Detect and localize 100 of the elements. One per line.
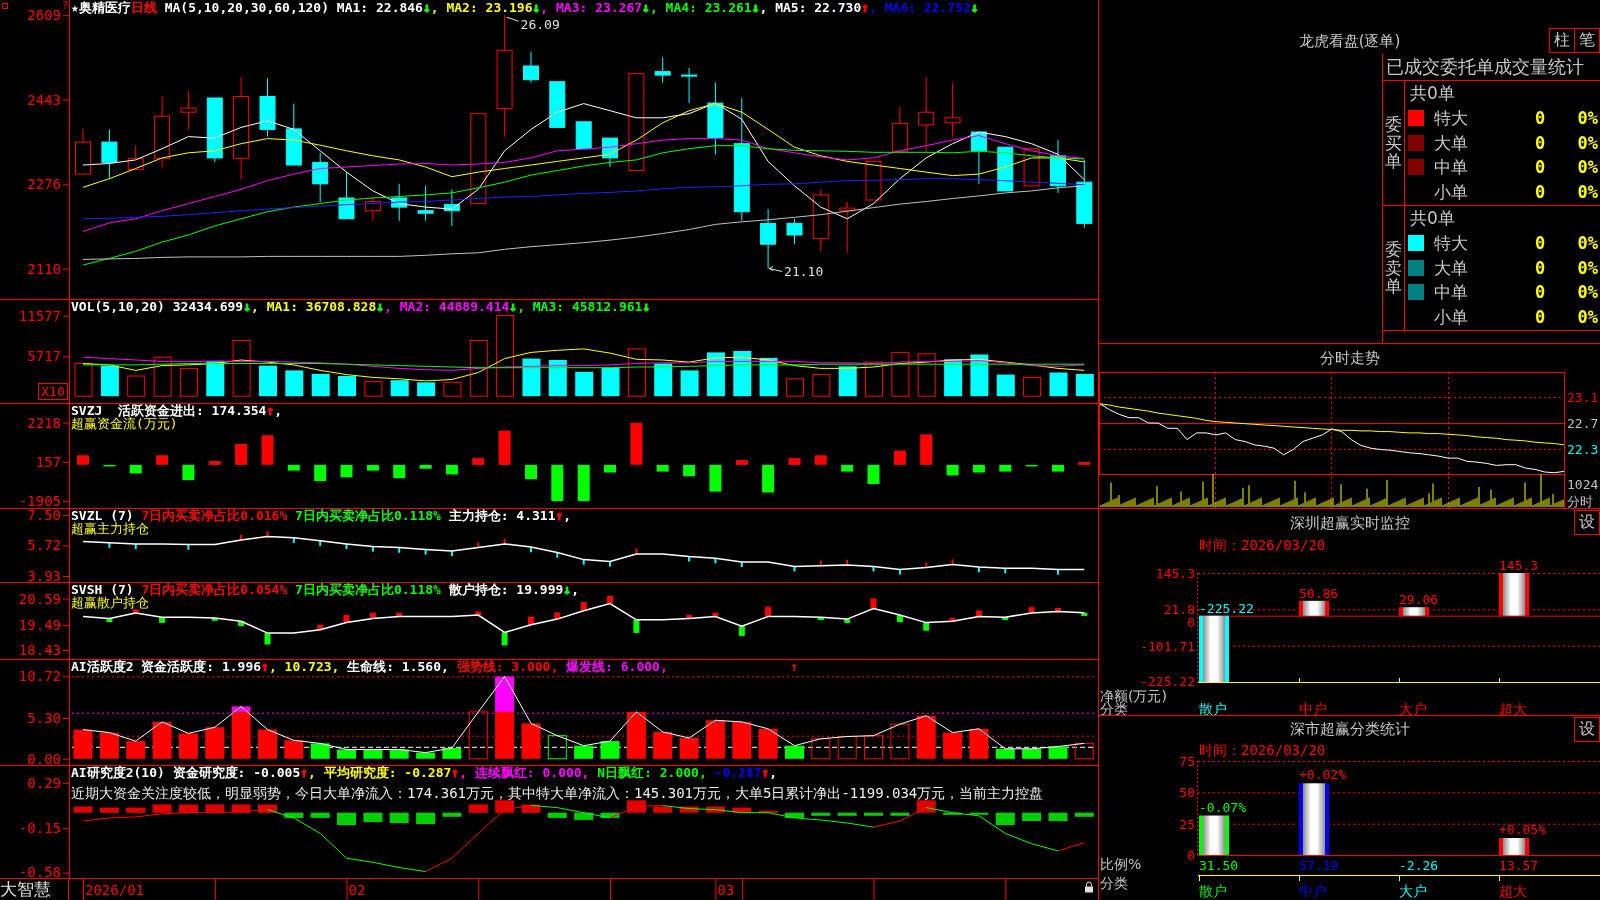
axis-caption: 分时: [1567, 494, 1593, 508]
order-count: 0: [1533, 306, 1547, 327]
change-bar: [607, 596, 613, 604]
volume-bar: [311, 373, 330, 397]
flow-bar: [577, 464, 590, 502]
timestamp: 时间：2026/03/20: [1199, 537, 1326, 553]
volume-bar: [891, 351, 910, 397]
candlestick: [812, 188, 829, 252]
bar-column: [1199, 815, 1229, 855]
indicator-label: , 连续飘红: 0.000,: [459, 765, 590, 780]
research-bar: [468, 804, 488, 813]
flow-bar: [1052, 464, 1064, 472]
change-tick: [740, 562, 743, 568]
change-bar: [132, 609, 139, 613]
volume-bar: [944, 359, 963, 397]
volume-bar: [601, 367, 620, 397]
candlestick: [786, 218, 803, 245]
order-type-label: 大单: [1434, 257, 1469, 278]
bar-column: [1399, 607, 1429, 616]
candlestick: [443, 188, 460, 227]
panel-title: 龙虎看盘(逐单): [1298, 32, 1401, 52]
indicator-title: 超赢散户持仓: [71, 595, 149, 610]
value-label: -225.22: [1199, 600, 1254, 616]
change-tick: [688, 556, 691, 562]
settings-button[interactable]: 设: [1574, 510, 1600, 535]
research-bar: [785, 812, 804, 818]
research-bar: [890, 812, 910, 816]
activity-bar: [495, 676, 515, 712]
candlestick: [312, 152, 329, 203]
arrow-icon: ↑: [761, 765, 770, 780]
order-count: 0: [1533, 181, 1547, 202]
indicator-label: , 平均研究度: -0.287: [308, 765, 452, 780]
indicator-label: 7日内买卖净占比0.016%: [141, 508, 288, 523]
indicator-label: , MA1: 36708.828: [251, 299, 377, 314]
research-bar: [811, 812, 831, 816]
change-tick: [951, 559, 954, 565]
research-bar: [521, 804, 541, 813]
category-label: 大户: [1399, 701, 1427, 715]
change-bar: [1028, 607, 1035, 613]
axis-label: 2276: [27, 176, 61, 193]
axis-title: 净额(万元): [1100, 688, 1167, 704]
activity-bar: [811, 738, 831, 760]
indicator-label: SVZL (7): [71, 508, 134, 523]
candlestick: [839, 201, 856, 254]
flow-bar: [261, 435, 274, 465]
research-bar: [600, 812, 620, 818]
activity-bar: [600, 741, 620, 759]
settings-button[interactable]: 设: [1574, 717, 1600, 742]
research-bar: [1074, 812, 1094, 817]
panel-title: 深圳超赢实时监控: [1289, 514, 1410, 532]
activity-bar: [1022, 748, 1042, 759]
research-bar: [864, 812, 883, 816]
research-bar: [442, 812, 462, 817]
order-percent: 0%: [1576, 157, 1599, 178]
candlestick: [259, 77, 276, 138]
research-bar: [653, 806, 673, 813]
volume-bar: [74, 363, 93, 397]
candlestick: [602, 137, 618, 168]
volume-bar: [1075, 373, 1094, 397]
indicator-label: , MA3: 23.267: [540, 0, 643, 15]
change-bar: [949, 617, 956, 622]
change-bar: [528, 616, 534, 625]
indicator-label: SVSH (7): [71, 582, 134, 597]
change-tick: [503, 538, 506, 544]
indicator-label: , MA6: 22.752: [869, 0, 971, 15]
flow-bar: [604, 464, 616, 473]
activity-bar: [310, 743, 330, 759]
indicator-label: , MA3: 45812.961: [517, 299, 643, 314]
indicator-label: AI研究度2(10) 资金研究度: -0.005: [71, 765, 301, 780]
date-label: 03: [717, 882, 735, 898]
volume-bar: [917, 353, 936, 397]
category-label: 超大: [1499, 883, 1527, 899]
research-bar: [126, 807, 146, 813]
view-toggle-button[interactable]: 柱: [1549, 28, 1575, 53]
change-bar: [211, 617, 218, 621]
axis-label: 11577: [18, 307, 61, 324]
change-bar: [738, 626, 745, 636]
candlestick: [364, 196, 381, 222]
view-toggle-button[interactable]: 笔: [1574, 28, 1600, 53]
axis-label: 145.3: [1155, 566, 1195, 581]
research-bar: [732, 807, 752, 813]
change-bar: [317, 625, 324, 630]
candlestick: [865, 160, 882, 201]
change-bar: [106, 618, 113, 623]
activity-bar: [205, 727, 225, 759]
research-bar: [837, 812, 857, 816]
activity-bar: [258, 729, 277, 759]
change-bar: [896, 615, 903, 623]
axis-title: 比例%: [1100, 856, 1142, 872]
change-tick: [582, 559, 585, 565]
research-bar: [1022, 812, 1042, 821]
volume-bar: [127, 375, 146, 397]
activity-bar: [943, 732, 963, 759]
candlestick: [206, 97, 223, 163]
flow-bar: [525, 464, 537, 480]
arrow-icon: ↓: [532, 0, 541, 15]
change-bar: [1055, 607, 1061, 612]
activity-bar: [389, 749, 409, 759]
indicator-label: 爆发线: 6.000,: [565, 659, 668, 674]
category-label: 大户: [1399, 883, 1427, 899]
